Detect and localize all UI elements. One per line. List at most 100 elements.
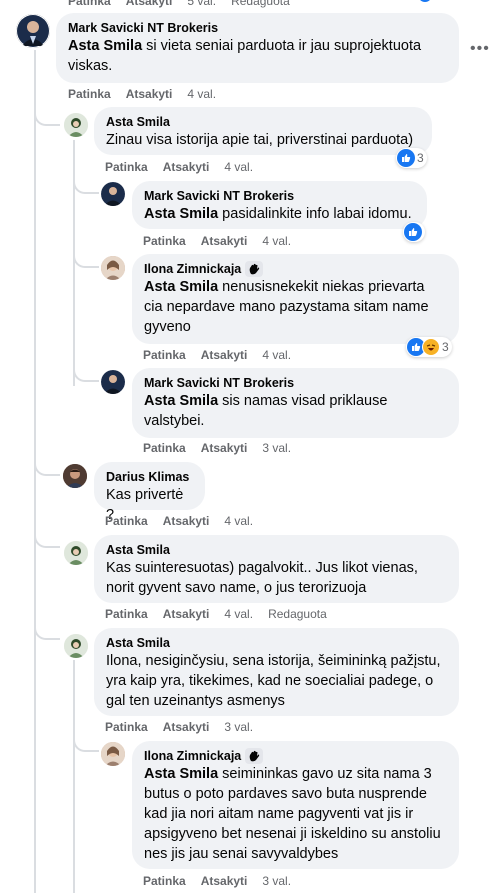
comment-time[interactable]: 4 val. xyxy=(262,234,291,248)
comment-actions-partial: Patinka Atsakyti 5 val. Redaguota xyxy=(68,0,290,8)
like-link[interactable]: Patinka xyxy=(68,0,111,8)
comment-actions: Patinka Atsakyti 4 val. xyxy=(143,234,291,248)
avatar[interactable] xyxy=(64,113,88,137)
comment-bubble: Asta Smila Ilona, nesiginčysiu, sena ist… xyxy=(94,628,459,716)
comment-time[interactable]: 4 val. xyxy=(224,160,253,174)
avatar[interactable] xyxy=(64,634,88,658)
comment-actions: Patinka Atsakyti 4 val. Redaguota xyxy=(105,607,327,621)
comment-author[interactable]: Mark Savicki NT Brokeris xyxy=(144,375,447,391)
comment-bubble: Asta Smila Zinau visa istorija apie tai,… xyxy=(94,107,432,155)
edited-label: Redaguota xyxy=(231,0,290,8)
comment-author[interactable]: Mark Savicki NT Brokeris xyxy=(144,188,415,204)
like-link[interactable]: Patinka xyxy=(143,348,186,362)
avatar[interactable] xyxy=(101,370,125,394)
reply-link[interactable]: Atsakyti xyxy=(163,160,210,174)
thread-connector xyxy=(34,530,60,548)
thread-connector xyxy=(34,100,60,126)
comment-text: Asta Smila pasidalinkite info labai idom… xyxy=(144,206,412,222)
thread-connector xyxy=(73,734,99,752)
like-reaction-icon[interactable] xyxy=(418,0,432,2)
mention-link[interactable]: Asta Smila xyxy=(144,206,218,222)
reply-link[interactable]: Atsakyti xyxy=(126,87,173,101)
hand-wave-icon xyxy=(245,261,264,277)
like-link[interactable]: Patinka xyxy=(143,874,186,888)
mention-link[interactable]: Asta Smila xyxy=(144,279,218,295)
thread-connector xyxy=(34,458,60,476)
comment-bubble: Darius Klimas Kas privertė ? xyxy=(94,462,205,523)
like-link[interactable]: Patinka xyxy=(105,607,148,621)
comment-time[interactable]: 5 val. xyxy=(187,0,216,8)
avatar[interactable] xyxy=(101,742,125,766)
comment-bubble: Ilona Zimnickaja Asta Smila seimininkas … xyxy=(132,741,459,869)
haha-reaction-icon xyxy=(422,338,440,356)
comment-actions: Patinka Atsakyti 4 val. xyxy=(105,514,253,528)
like-reaction-icon xyxy=(404,223,422,241)
mention-link[interactable]: Asta Smila xyxy=(144,393,218,409)
comment-text: Kas suinteresuotas) pagalvokit.. Jus lik… xyxy=(106,560,418,596)
like-link[interactable]: Patinka xyxy=(105,514,148,528)
comment-time[interactable]: 3 val. xyxy=(224,720,253,734)
reaction-summary[interactable] xyxy=(403,222,425,242)
comment-bubble: Asta Smila Kas suinteresuotas) pagalvoki… xyxy=(94,535,459,603)
comment-author[interactable]: Darius Klimas xyxy=(106,469,193,485)
comment-time[interactable]: 3 val. xyxy=(262,874,291,888)
reply-link[interactable]: Atsakyti xyxy=(201,234,248,248)
avatar[interactable] xyxy=(16,14,50,48)
like-link[interactable]: Patinka xyxy=(143,234,186,248)
avatar[interactable] xyxy=(64,541,88,565)
comment-bubble: Mark Savicki NT Brokeris Asta Smila pasi… xyxy=(132,181,427,229)
comment-actions: Patinka Atsakyti 4 val. xyxy=(105,160,253,174)
avatar[interactable] xyxy=(101,256,125,280)
reply-link[interactable]: Atsakyti xyxy=(126,0,173,8)
comment-time[interactable]: 4 val. xyxy=(187,87,216,101)
avatar[interactable] xyxy=(101,182,125,206)
reply-link[interactable]: Atsakyti xyxy=(163,720,210,734)
comment-text: Asta Smila si vieta seniai parduota ir j… xyxy=(68,38,422,74)
comment-actions: Patinka Atsakyti 3 val. xyxy=(143,874,291,888)
like-link[interactable]: Patinka xyxy=(105,160,148,174)
comment-time[interactable]: 4 val. xyxy=(224,514,253,528)
comment-actions: Patinka Atsakyti 4 val. xyxy=(143,348,291,362)
comment-text: Zinau visa istorija apie tai, priverstin… xyxy=(106,132,414,148)
reaction-summary[interactable]: 3 xyxy=(406,337,452,357)
reaction-summary[interactable]: 3 xyxy=(396,148,427,168)
thread-connector xyxy=(34,622,60,640)
comment-author[interactable]: Ilona Zimnickaja xyxy=(144,261,447,277)
mention-link[interactable]: Asta Smila xyxy=(68,38,142,54)
reply-link[interactable]: Atsakyti xyxy=(163,514,210,528)
thread-connector xyxy=(73,364,99,382)
reaction-count: 3 xyxy=(442,340,449,354)
comment-author[interactable]: Asta Smila xyxy=(106,542,447,558)
thread-connector xyxy=(73,176,99,194)
comment-bubble: Mark Savicki NT Brokeris Asta Smila si v… xyxy=(56,13,459,83)
thread-connector xyxy=(73,250,99,268)
comment-bubble: Mark Savicki NT Brokeris Asta Smila sis … xyxy=(132,368,459,438)
comment-author[interactable]: Mark Savicki NT Brokeris xyxy=(68,20,447,36)
comment-author[interactable]: Asta Smila xyxy=(106,114,420,130)
thread-line-sub2 xyxy=(73,660,75,893)
comment-author[interactable]: Asta Smila xyxy=(106,635,447,651)
comment-text: Asta Smila nenusisnekekit niekas prievar… xyxy=(144,279,429,335)
mention-link[interactable]: Asta Smila xyxy=(144,766,218,782)
comment-text: Asta Smila sis namas visad priklause val… xyxy=(144,393,388,429)
more-horizontal-icon[interactable]: ••• xyxy=(470,40,490,58)
comment-actions: Patinka Atsakyti 4 val. xyxy=(68,87,216,101)
edited-label: Redaguota xyxy=(268,607,327,621)
comment-time[interactable]: 3 val. xyxy=(262,441,291,455)
reply-link[interactable]: Atsakyti xyxy=(163,607,210,621)
reply-link[interactable]: Atsakyti xyxy=(201,874,248,888)
comment-text: Asta Smila seimininkas gavo uz sita nama… xyxy=(144,766,441,862)
comment-time[interactable]: 4 val. xyxy=(224,607,253,621)
comment-time[interactable]: 4 val. xyxy=(262,348,291,362)
like-link[interactable]: Patinka xyxy=(105,720,148,734)
avatar[interactable] xyxy=(63,464,87,488)
reply-link[interactable]: Atsakyti xyxy=(201,441,248,455)
like-reaction-icon xyxy=(397,149,415,167)
comment-text: Ilona, nesiginčysiu, sena istorija, šeim… xyxy=(106,653,441,709)
comment-author[interactable]: Ilona Zimnickaja xyxy=(144,748,447,764)
like-link[interactable]: Patinka xyxy=(68,87,111,101)
comment-actions: Patinka Atsakyti 3 val. xyxy=(105,720,253,734)
like-link[interactable]: Patinka xyxy=(143,441,186,455)
reply-link[interactable]: Atsakyti xyxy=(201,348,248,362)
reaction-count: 3 xyxy=(417,151,424,165)
